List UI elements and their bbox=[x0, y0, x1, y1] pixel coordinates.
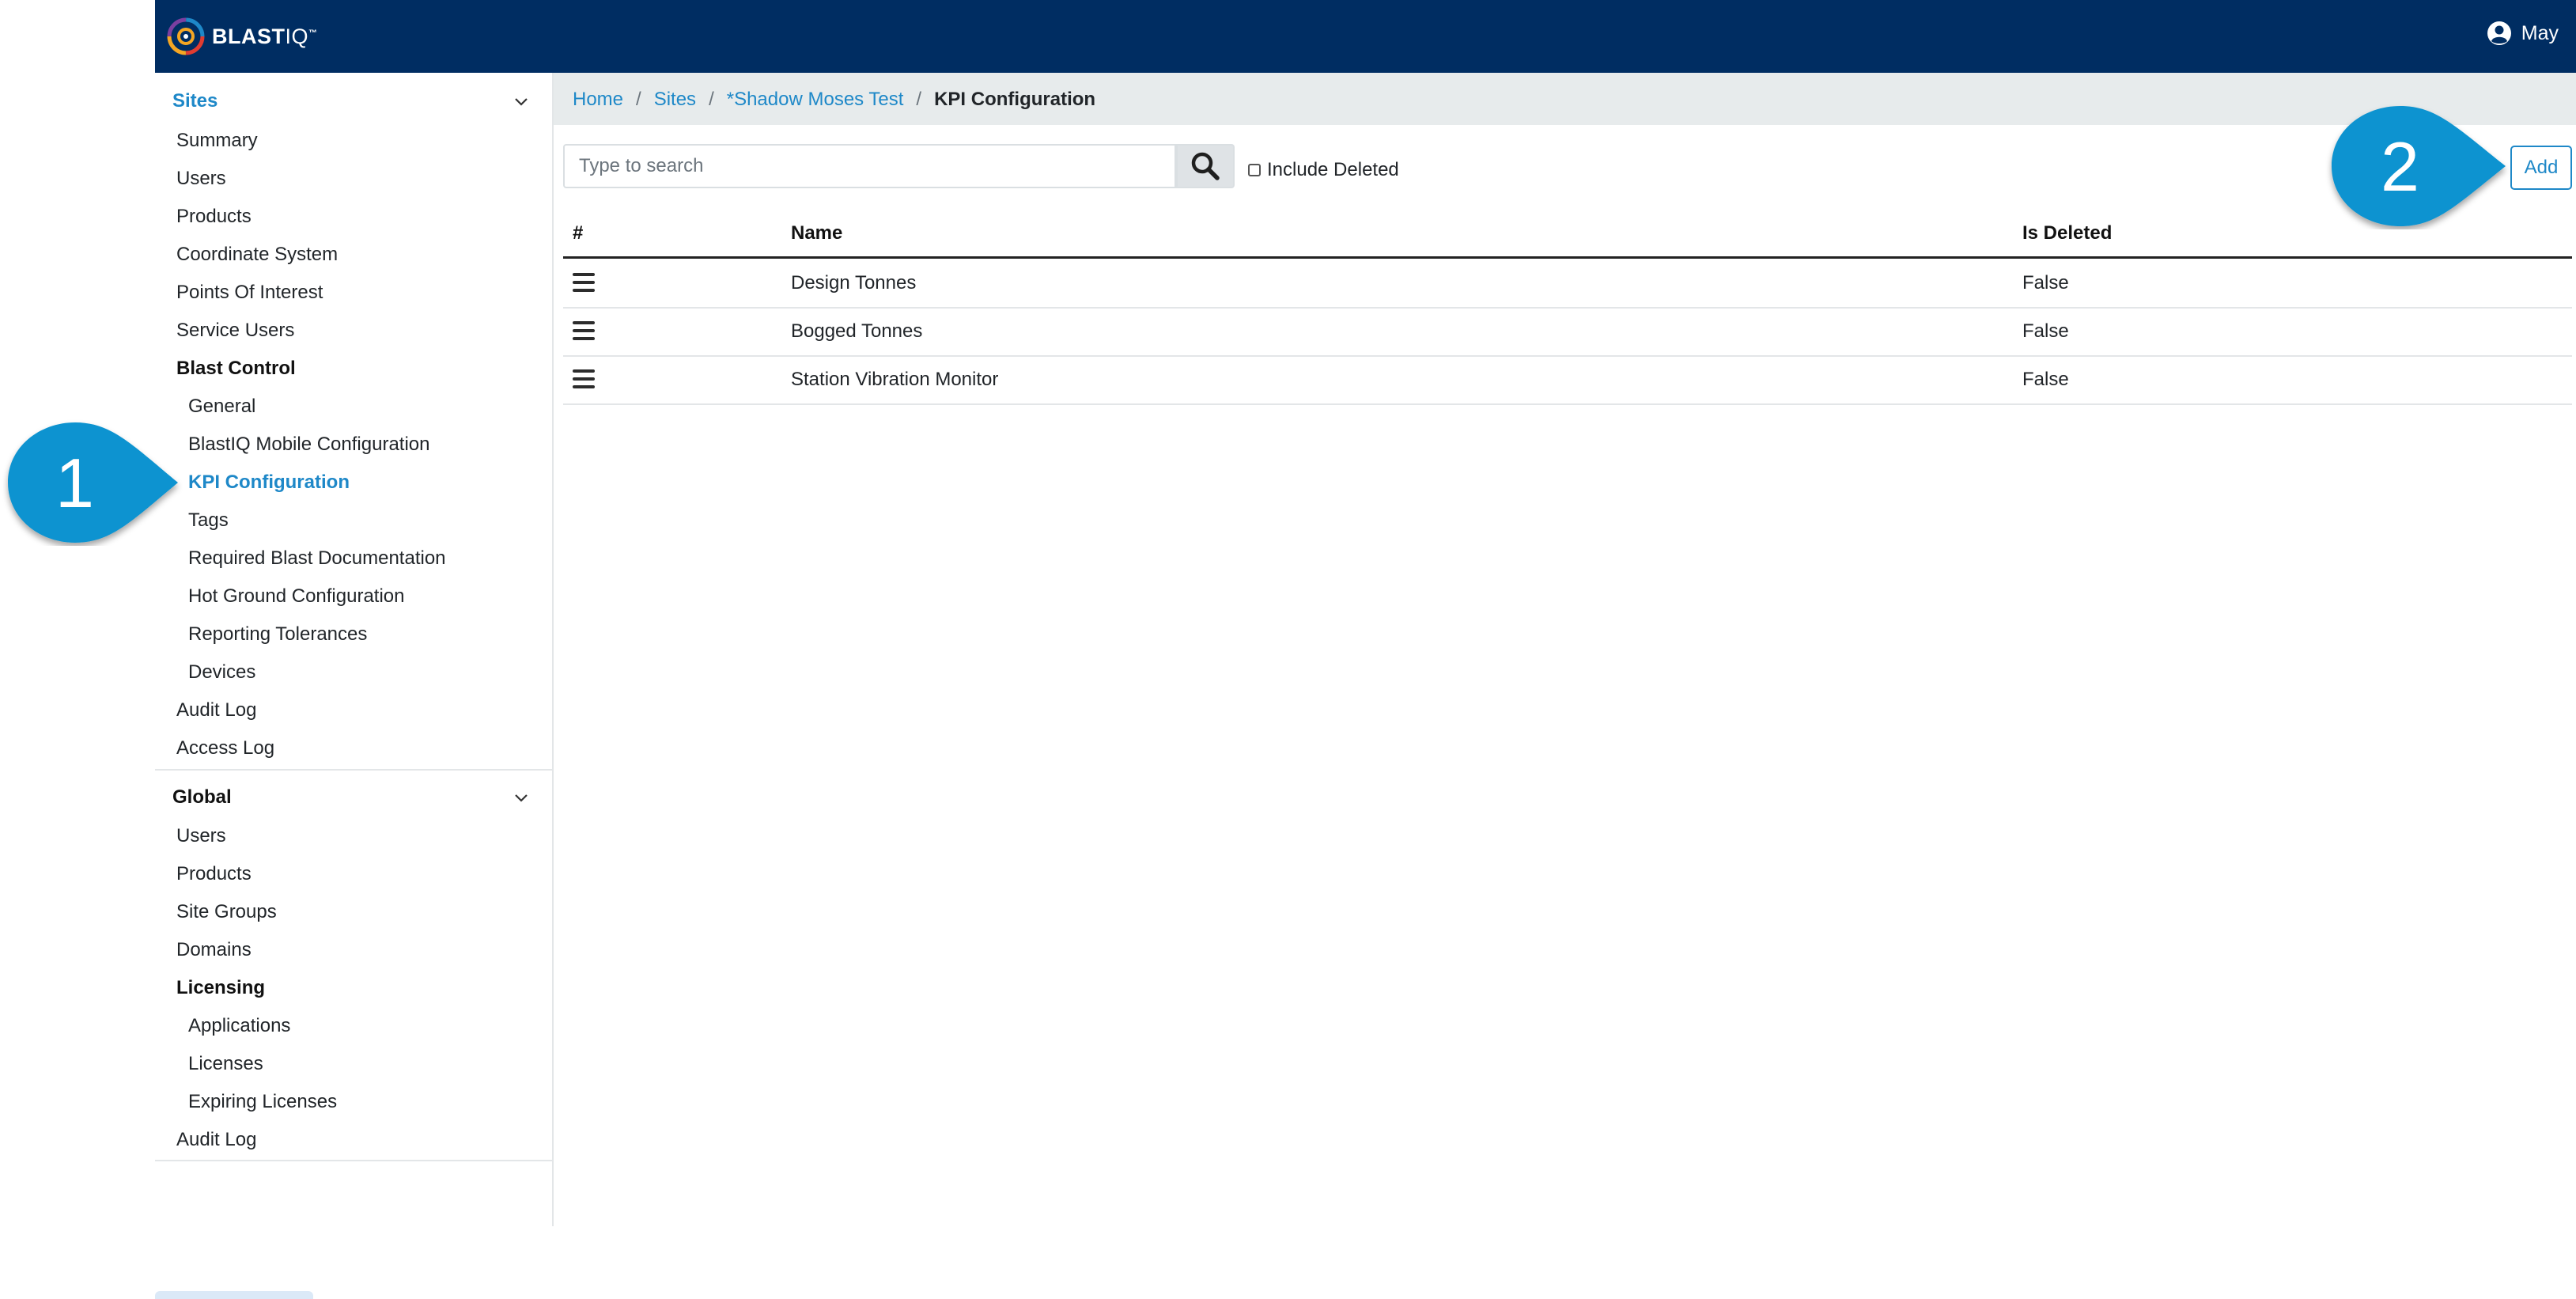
sidebar-item-general[interactable]: General bbox=[188, 396, 255, 418]
sidebar-item-domains[interactable]: Domains bbox=[176, 939, 252, 961]
blastiq-logo[interactable]: BLASTIQ™ bbox=[166, 14, 318, 59]
sidebar-item-points-of-interest[interactable]: Points Of Interest bbox=[176, 282, 323, 304]
logo-trademark: ™ bbox=[308, 28, 318, 38]
sidebar-section-global[interactable]: Global bbox=[155, 777, 552, 816]
sidebar-item-audit-log[interactable]: Audit Log bbox=[176, 699, 256, 721]
sidebar-section-sites[interactable]: Sites bbox=[155, 81, 552, 120]
sidebar-footer-button[interactable] bbox=[155, 1291, 313, 1299]
row-name: Bogged Tonnes bbox=[791, 320, 923, 342]
sidebar-section-sites-title: Sites bbox=[172, 90, 218, 112]
sidebar-item-hot-ground-configuration[interactable]: Hot Ground Configuration bbox=[188, 585, 405, 608]
logo-text-main: BLAST bbox=[212, 24, 286, 48]
sidebar-item-access-log[interactable]: Access Log bbox=[176, 737, 274, 759]
callout-1-badge bbox=[8, 422, 178, 543]
sidebar-item-global-products[interactable]: Products bbox=[176, 863, 252, 885]
search-button[interactable] bbox=[1176, 144, 1235, 188]
sidebar-item-expiring-licenses[interactable]: Expiring Licenses bbox=[188, 1091, 337, 1113]
drag-handle-icon[interactable] bbox=[573, 321, 595, 340]
table-row[interactable]: Station Vibration Monitor False bbox=[563, 355, 2572, 405]
breadcrumb: Home / Sites / *Shadow Moses Test / KPI … bbox=[554, 73, 2576, 125]
sidebar-item-applications[interactable]: Applications bbox=[188, 1015, 290, 1037]
row-name: Design Tonnes bbox=[791, 272, 917, 294]
search-field bbox=[563, 144, 1178, 188]
sidebar-item-tags[interactable]: Tags bbox=[188, 509, 229, 532]
table-row[interactable]: Design Tonnes False bbox=[563, 259, 2572, 309]
sidebar-item-global-users[interactable]: Users bbox=[176, 825, 226, 847]
sidebar-item-coordinate-system[interactable]: Coordinate System bbox=[176, 244, 338, 266]
include-deleted-checkbox[interactable] bbox=[1248, 164, 1261, 176]
sidebar-item-reporting-tolerances[interactable]: Reporting Tolerances bbox=[188, 623, 367, 646]
breadcrumb-separator: / bbox=[709, 89, 714, 110]
sidebar-divider bbox=[155, 1160, 552, 1161]
user-account-icon bbox=[2487, 21, 2511, 45]
user-menu[interactable]: May bbox=[2487, 21, 2559, 46]
sidebar-divider bbox=[155, 769, 552, 771]
column-header-index: # bbox=[573, 222, 584, 244]
chevron-down-icon bbox=[515, 98, 528, 106]
include-deleted-label[interactable]: Include Deleted bbox=[1267, 159, 1399, 181]
logo-text-suffix: IQ bbox=[285, 24, 309, 48]
user-name: May bbox=[2521, 21, 2559, 44]
breadcrumb-home[interactable]: Home bbox=[573, 89, 623, 111]
sidebar-item-service-users[interactable]: Service Users bbox=[176, 320, 294, 342]
table-row[interactable]: Bogged Tonnes False bbox=[563, 307, 2572, 357]
sidebar-item-mobile-configuration[interactable]: BlastIQ Mobile Configuration bbox=[188, 434, 429, 456]
breadcrumb-site[interactable]: *Shadow Moses Test bbox=[727, 89, 904, 111]
breadcrumb-current: KPI Configuration bbox=[934, 89, 1096, 110]
search-input[interactable] bbox=[565, 146, 1178, 187]
table-header-row: # Name Is Deleted bbox=[563, 214, 2572, 259]
sidebar-item-required-blast-documentation[interactable]: Required Blast Documentation bbox=[188, 547, 446, 570]
sidebar-item-global-audit-log[interactable]: Audit Log bbox=[176, 1129, 256, 1151]
row-is-deleted: False bbox=[2022, 369, 2069, 390]
add-button[interactable]: Add bbox=[2510, 146, 2572, 190]
column-header-is-deleted[interactable]: Is Deleted bbox=[2022, 222, 2112, 244]
row-name: Station Vibration Monitor bbox=[791, 369, 999, 390]
chevron-down-icon bbox=[515, 794, 528, 802]
callout-2-badge bbox=[2332, 106, 2506, 226]
callout-1-number: 1 bbox=[55, 444, 94, 522]
sidebar: Sites Summary Users Products Coordinate … bbox=[155, 73, 554, 1299]
blastiq-logo-icon bbox=[167, 17, 205, 55]
sidebar-item-site-groups[interactable]: Site Groups bbox=[176, 901, 277, 923]
breadcrumb-sites[interactable]: Sites bbox=[654, 89, 696, 111]
column-header-name[interactable]: Name bbox=[791, 222, 842, 244]
sidebar-item-kpi-configuration[interactable]: KPI Configuration bbox=[188, 472, 350, 494]
logo-text: BLASTIQ™ bbox=[212, 25, 318, 49]
row-is-deleted: False bbox=[2022, 320, 2069, 342]
callout-2-number: 2 bbox=[2381, 127, 2419, 206]
breadcrumb-separator: / bbox=[636, 89, 641, 110]
drag-handle-icon[interactable] bbox=[573, 369, 595, 388]
sidebar-item-summary[interactable]: Summary bbox=[176, 130, 258, 152]
sidebar-item-users[interactable]: Users bbox=[176, 168, 226, 190]
sidebar-item-products[interactable]: Products bbox=[176, 206, 252, 228]
sidebar-group-blast-control[interactable]: Blast Control bbox=[176, 358, 296, 380]
search-icon bbox=[1191, 152, 1220, 180]
sidebar-group-licensing[interactable]: Licensing bbox=[176, 977, 265, 999]
include-deleted-option: Include Deleted bbox=[1248, 159, 1399, 181]
row-is-deleted: False bbox=[2022, 272, 2069, 294]
drag-handle-icon[interactable] bbox=[573, 273, 595, 292]
sidebar-section-global-title: Global bbox=[172, 786, 232, 808]
sidebar-item-devices[interactable]: Devices bbox=[188, 661, 255, 684]
callout-1: 1 bbox=[0, 419, 190, 546]
breadcrumb-separator: / bbox=[916, 89, 922, 110]
sidebar-item-licenses[interactable]: Licenses bbox=[188, 1053, 263, 1075]
top-nav-bar: BLASTIQ™ May bbox=[155, 0, 2576, 73]
callout-2: 2 bbox=[2325, 103, 2515, 229]
